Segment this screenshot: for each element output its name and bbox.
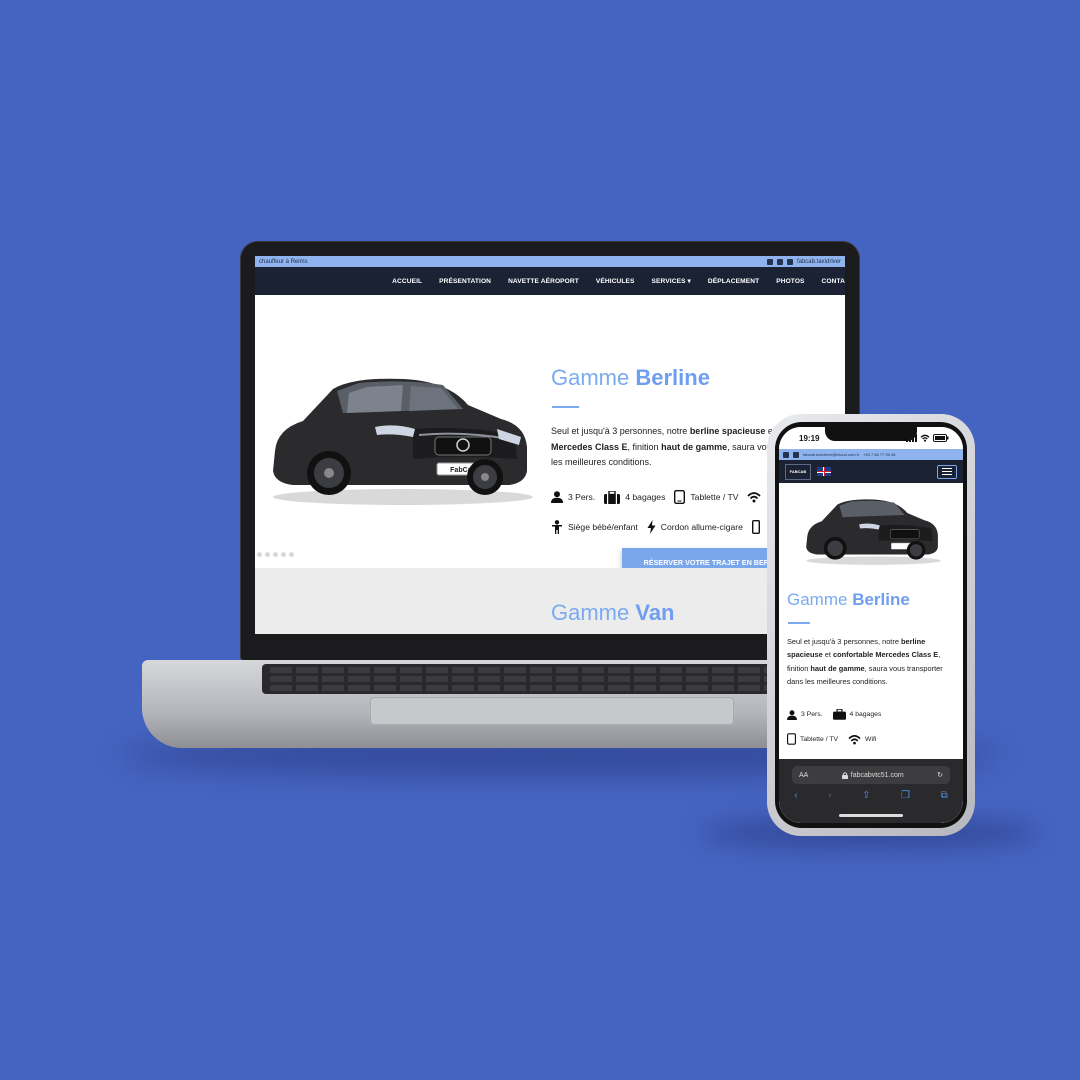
person-icon bbox=[551, 491, 563, 503]
feature-luggage: 4 bagages bbox=[604, 490, 665, 504]
berline-section: FabCab Gamme Berline Seul et jusqu'à 3 p… bbox=[255, 295, 845, 576]
feature-tablet: Tablette / TV bbox=[674, 490, 738, 504]
phone-icon bbox=[751, 520, 760, 534]
carousel-dot[interactable] bbox=[273, 552, 278, 557]
tabs-icon[interactable]: ⧉ bbox=[941, 790, 948, 801]
back-icon[interactable]: ‹ bbox=[794, 790, 797, 801]
status-time: 19:19 bbox=[799, 433, 820, 443]
car-image: FabCab bbox=[273, 378, 533, 505]
reader-aa-button[interactable]: AA bbox=[799, 772, 808, 779]
wifi-icon bbox=[848, 734, 861, 745]
child-icon bbox=[552, 520, 562, 534]
van-title: Gamme Van bbox=[551, 600, 675, 625]
nav-item-accueil[interactable]: ACCUEIL bbox=[392, 278, 422, 285]
email-icon[interactable] bbox=[786, 258, 793, 265]
feature-extra bbox=[751, 520, 760, 534]
feature-tablet: Tablette / TV bbox=[787, 733, 838, 745]
feature-passengers: 3 Pers. bbox=[787, 709, 823, 720]
carousel-dots bbox=[257, 552, 294, 557]
feature-wifi bbox=[747, 491, 762, 503]
carousel-dot[interactable] bbox=[281, 552, 286, 557]
phone-frame: 19:19 fabcab.taxidriver@icloud.com.fr +3… bbox=[767, 414, 975, 836]
tablet-icon bbox=[674, 490, 686, 504]
nav-item-photos[interactable]: PHOTOS bbox=[776, 278, 804, 285]
safari-toolbar: ‹ › ⇪ ❐ ⧉ bbox=[779, 790, 963, 801]
feature-child-seat: Siège bébé/enfant bbox=[551, 520, 638, 534]
nav-item-contact[interactable]: CONTA bbox=[822, 278, 845, 285]
title-divider bbox=[788, 622, 810, 624]
topbar-tagline: chauffeur à Reims bbox=[259, 258, 308, 265]
suitcase-icon bbox=[832, 709, 846, 720]
tablet-icon bbox=[787, 733, 796, 745]
bookmarks-icon[interactable]: ❐ bbox=[901, 790, 910, 801]
features-row-1: 3 Pers. 4 bagages Tablette / TV bbox=[551, 490, 762, 504]
wifi-status-icon bbox=[920, 434, 930, 442]
battery-icon bbox=[933, 434, 949, 442]
lightning-icon bbox=[647, 520, 656, 534]
safari-bar: AA fabcabvtc51.com ↻ ‹ › ⇪ ❐ ⧉ bbox=[779, 759, 963, 823]
mobile-top-info-bar: fabcab.taxidriver@icloud.com.fr +33 7 65… bbox=[779, 449, 963, 460]
lock-icon bbox=[841, 771, 848, 779]
facebook-icon[interactable] bbox=[783, 451, 789, 458]
mobile-nav: FABCAB bbox=[779, 460, 963, 483]
van-section: Gamme Van bbox=[255, 568, 845, 634]
laptop-trackpad bbox=[370, 697, 734, 725]
nav-item-deplacement[interactable]: DÉPLACEMENT bbox=[708, 278, 759, 285]
feature-charger: Cordon allume-cigare bbox=[647, 520, 743, 534]
nav-item-vehicules[interactable]: VÉHICULES bbox=[596, 278, 635, 285]
section-description: Seul et jusqu'à 3 personnes, notre berli… bbox=[787, 637, 943, 686]
share-icon[interactable]: ⇪ bbox=[862, 790, 870, 801]
suitcase-icon bbox=[604, 490, 621, 504]
facebook-icon[interactable] bbox=[766, 258, 773, 265]
nav-item-presentation[interactable]: PRÉSENTATION bbox=[439, 278, 491, 285]
mobile-berline-section: Gamme Berline Seul et jusqu'à 3 personne… bbox=[779, 483, 963, 745]
instagram-icon[interactable] bbox=[776, 258, 783, 265]
phone-notch bbox=[825, 427, 917, 441]
section-title: Gamme Berline bbox=[787, 590, 910, 609]
menu-icon[interactable] bbox=[937, 464, 957, 479]
home-indicator bbox=[839, 814, 903, 817]
reload-icon[interactable]: ↻ bbox=[937, 771, 943, 779]
top-info-bar: chauffeur à Reims fabcab.taxidriver bbox=[255, 256, 845, 267]
phone-screen: 19:19 fabcab.taxidriver@icloud.com.fr +3… bbox=[779, 427, 963, 823]
uk-flag-icon[interactable] bbox=[817, 467, 831, 476]
section-title: Gamme Berline bbox=[551, 365, 710, 390]
person-icon bbox=[787, 709, 797, 720]
car-image bbox=[806, 499, 941, 565]
wifi-icon bbox=[747, 492, 762, 503]
carousel-dot[interactable] bbox=[257, 552, 262, 557]
nav-item-services[interactable]: SERVICES ▾ bbox=[652, 277, 691, 285]
mobile-features-row-2: Tablette / TV Wifi bbox=[787, 733, 876, 745]
carousel-dot[interactable] bbox=[265, 552, 270, 557]
nav-item-navette[interactable]: NAVETTE AÉROPORT bbox=[508, 278, 579, 285]
feature-passengers: 3 Pers. bbox=[551, 491, 595, 503]
topbar-phone[interactable]: +33 7 65 77 95 46 bbox=[863, 452, 895, 457]
feature-luggage: 4 bagages bbox=[832, 709, 881, 720]
mobile-features-row-1: 3 Pers. 4 bagages bbox=[787, 709, 881, 720]
laptop-keyboard bbox=[262, 664, 838, 694]
title-divider bbox=[552, 406, 579, 408]
features-row-2: Siège bébé/enfant Cordon allume-cigare bbox=[551, 520, 760, 534]
laptop-screen: chauffeur à Reims fabcab.taxidriver ACCU… bbox=[255, 256, 845, 634]
url-text[interactable]: fabcabvtc51.com bbox=[851, 772, 904, 779]
forward-icon[interactable]: › bbox=[828, 790, 831, 801]
carousel-dot[interactable] bbox=[289, 552, 294, 557]
main-nav: ACCUEIL PRÉSENTATION NAVETTE AÉROPORT VÉ… bbox=[255, 267, 845, 295]
topbar-email[interactable]: fabcab.taxidriver@icloud.com.fr bbox=[803, 452, 859, 457]
address-bar[interactable]: AA fabcabvtc51.com ↻ bbox=[792, 766, 950, 784]
site-logo[interactable]: FABCAB bbox=[785, 463, 811, 480]
feature-wifi: Wifi bbox=[848, 733, 876, 745]
topbar-contact[interactable]: fabcab.taxidriver bbox=[797, 259, 841, 265]
instagram-icon[interactable] bbox=[793, 451, 799, 458]
